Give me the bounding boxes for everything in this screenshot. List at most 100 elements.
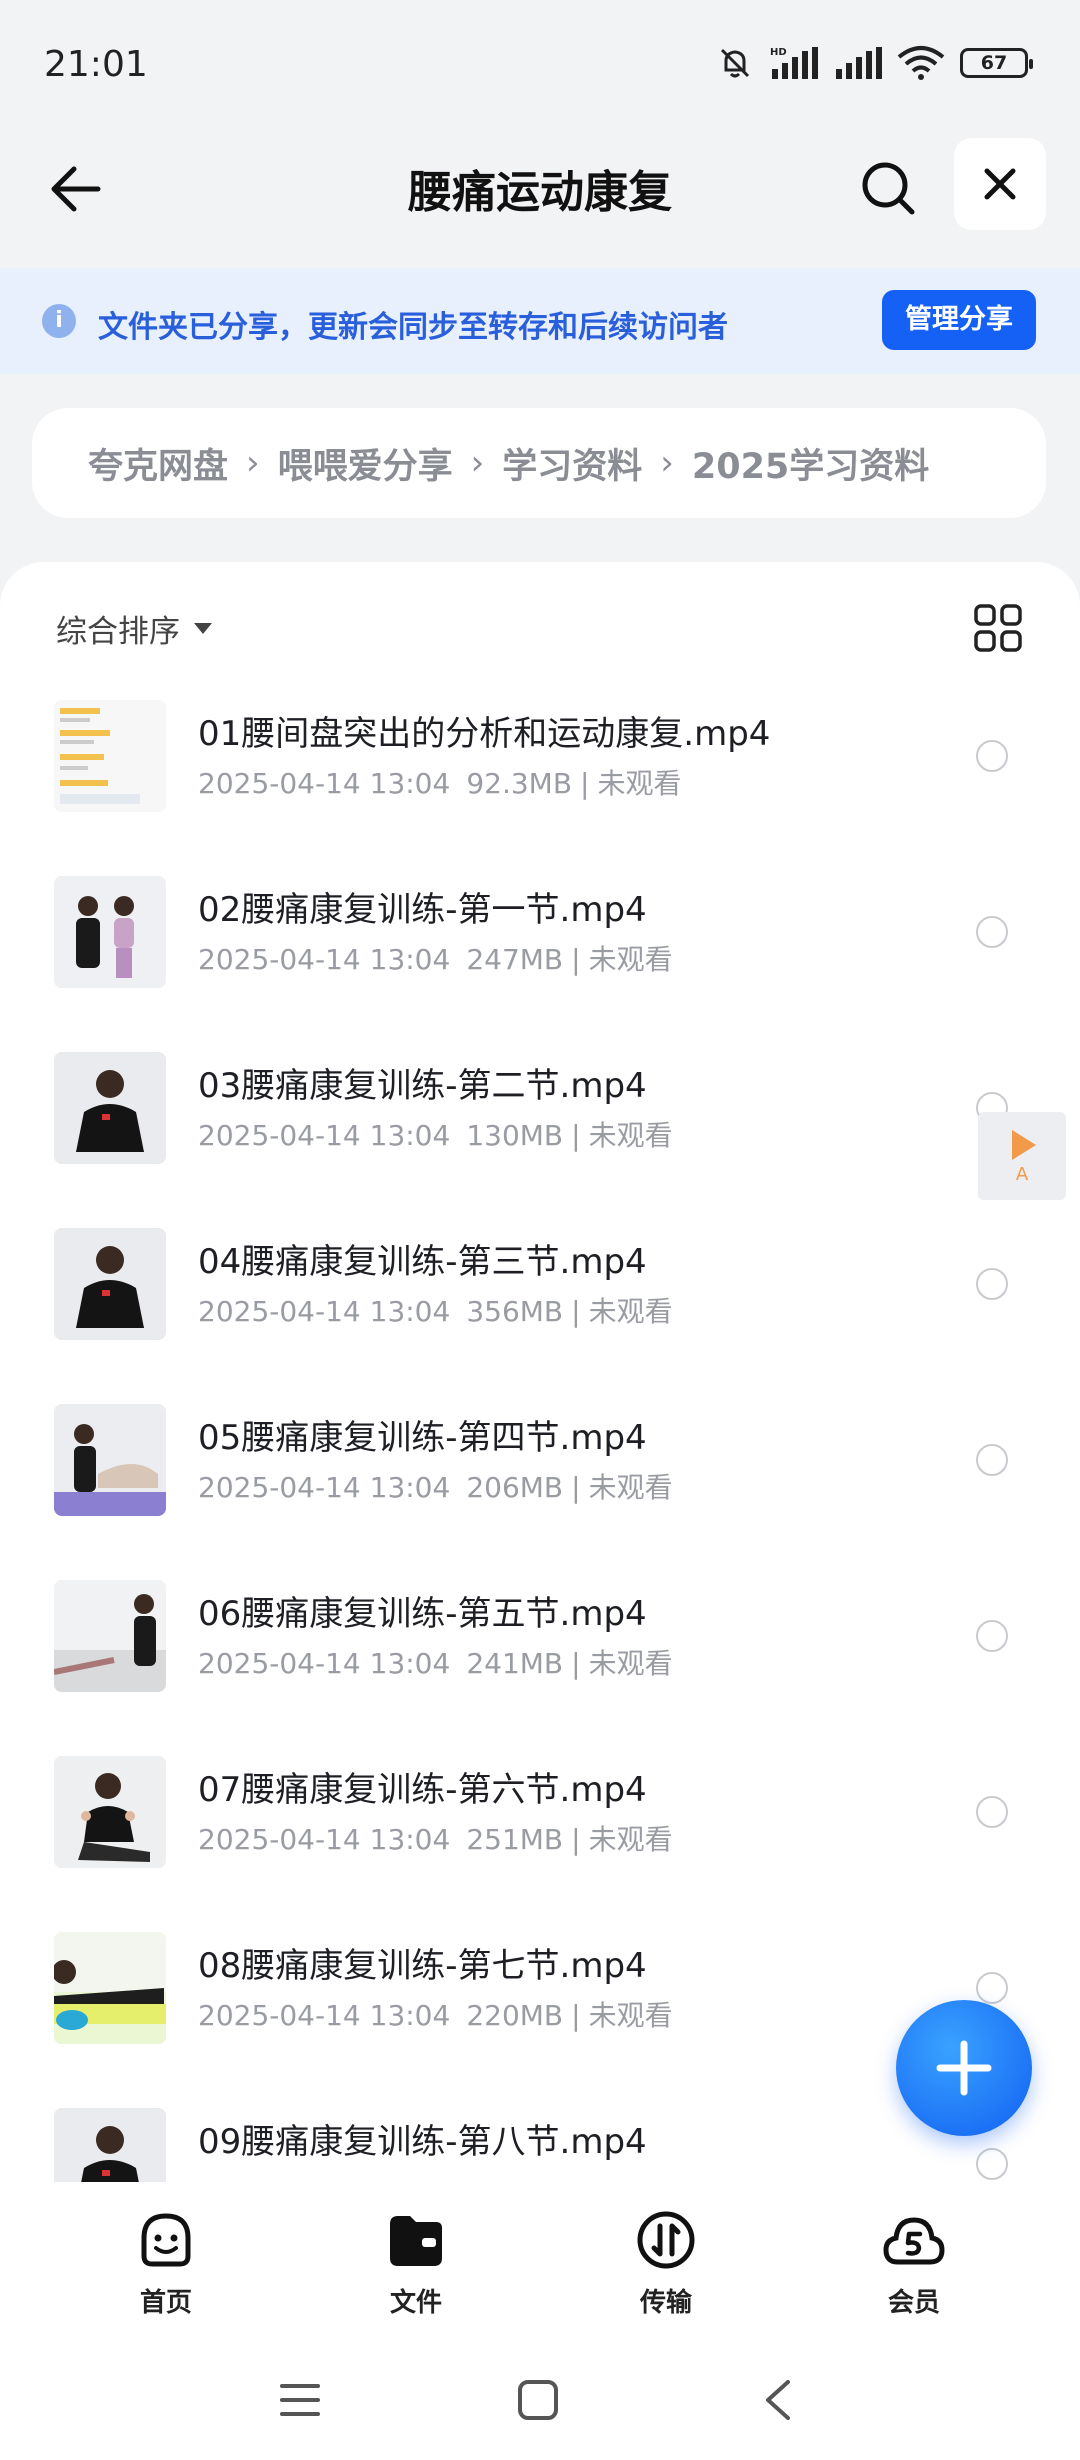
tab-files[interactable]: 文件 <box>336 2208 496 2328</box>
meta-divider: | <box>571 943 581 976</box>
file-meta: 2025-04-14 13:04 241MB | 未观看 <box>198 1642 673 1682</box>
file-size: 356MB <box>466 1295 564 1328</box>
file-name: 02腰痛康复训练-第一节.mp4 <box>198 890 647 930</box>
breadcrumb-item[interactable]: 喂喂爱分享 <box>278 438 453 489</box>
floating-player[interactable]: A <box>978 1112 1066 1200</box>
close-icon <box>984 168 1016 200</box>
close-button[interactable] <box>954 138 1046 230</box>
select-checkbox[interactable] <box>976 1972 1008 2004</box>
breadcrumb-item[interactable]: 夸克网盘 <box>88 438 228 489</box>
home-button[interactable] <box>508 2370 568 2430</box>
file-name: 03腰痛康复训练-第二节.mp4 <box>198 1066 647 1106</box>
grid-view-icon[interactable] <box>972 602 1024 654</box>
info-icon: i <box>42 304 76 338</box>
select-checkbox[interactable] <box>976 916 1008 948</box>
nav-bar: 腰痛运动康复 <box>0 130 1080 268</box>
watch-status: 未观看 <box>588 1823 673 1856</box>
file-meta <box>198 2170 214 2182</box>
file-row[interactable]: 03腰痛康复训练-第二节.mp4 2025-04-14 13:04 130MB | 未观… <box>0 1052 1080 1228</box>
video-thumbnail <box>54 1404 166 1516</box>
video-thumbnail <box>54 2108 166 2182</box>
status-bar: 21:01 HD 67 <box>0 0 1080 130</box>
select-checkbox[interactable] <box>976 1268 1008 1300</box>
tab-vip-label: 会员 <box>887 2288 940 2318</box>
file-row[interactable]: 09腰痛康复训练-第八节.mp4 <box>0 2108 1080 2182</box>
vip-cloud-icon <box>883 2217 945 2265</box>
menu-icon <box>280 2384 320 2416</box>
file-meta: 2025-04-14 13:04 251MB | 未观看 <box>198 1818 673 1858</box>
watch-status: 未观看 <box>588 1999 673 2032</box>
file-meta: 2025-04-14 13:04 247MB | 未观看 <box>198 938 673 978</box>
select-checkbox[interactable] <box>976 1620 1008 1652</box>
menu-button[interactable] <box>270 2370 330 2430</box>
watch-status: 未观看 <box>588 943 673 976</box>
file-name: 04腰痛康复训练-第三节.mp4 <box>198 1242 647 1282</box>
breadcrumb-item-current[interactable]: 2025学习资料 <box>692 438 929 489</box>
manage-share-button[interactable]: 管理分享 <box>882 290 1036 350</box>
file-row[interactable]: 04腰痛康复训练-第三节.mp4 2025-04-14 13:04 356MB | 未观… <box>0 1228 1080 1404</box>
select-checkbox[interactable] <box>976 1444 1008 1476</box>
meta-divider: | <box>571 1119 581 1152</box>
file-row[interactable]: 07腰痛康复训练-第六节.mp4 2025-04-14 13:04 251MB | 未观… <box>0 1756 1080 1932</box>
file-row[interactable]: 01腰间盘突出的分析和运动康复.mp4 2025-04-14 13:04 92.3M… <box>0 700 1080 876</box>
search-icon <box>862 162 915 215</box>
watch-status: 未观看 <box>588 1471 673 1504</box>
file-size: 247MB <box>466 943 564 976</box>
video-thumbnail <box>54 1580 166 1692</box>
video-thumbnail <box>54 1228 166 1340</box>
search-button[interactable] <box>852 152 924 224</box>
file-meta: 2025-04-14 13:04 92.3MB | 未观看 <box>198 762 682 802</box>
tab-transfer-label: 传输 <box>639 2288 692 2318</box>
select-checkbox[interactable] <box>976 2148 1008 2180</box>
plus-icon <box>936 2040 992 2096</box>
file-list: 01腰间盘突出的分析和运动康复.mp4 2025-04-14 13:04 92.3M… <box>0 700 1080 2182</box>
meta-divider: | <box>571 1647 581 1680</box>
chevron-right-icon: › <box>246 443 260 483</box>
system-back-button[interactable] <box>748 2370 808 2430</box>
meta-divider: | <box>571 1823 581 1856</box>
bottom-tab-bar: 首页 文件 传输 会员 <box>0 2182 1080 2342</box>
meta-divider: | <box>571 1295 581 1328</box>
caret-down-icon <box>194 623 212 634</box>
watch-status: 未观看 <box>588 1295 673 1328</box>
signal-icon <box>836 47 882 79</box>
file-name: 05腰痛康复训练-第四节.mp4 <box>198 1418 647 1458</box>
file-date: 2025-04-14 13:04 <box>198 1119 451 1152</box>
transfer-icon <box>637 2211 695 2269</box>
status-icons: HD 67 <box>716 44 1033 82</box>
smile-home-icon <box>141 2213 191 2267</box>
file-size: 206MB <box>466 1471 564 1504</box>
watch-status: 未观看 <box>588 1647 673 1680</box>
select-checkbox[interactable] <box>976 1796 1008 1828</box>
file-name: 06腰痛康复训练-第五节.mp4 <box>198 1594 647 1634</box>
video-thumbnail <box>54 700 166 812</box>
tab-home[interactable]: 首页 <box>86 2208 246 2328</box>
video-thumbnail <box>54 1932 166 2044</box>
file-name: 07腰痛康复训练-第六节.mp4 <box>198 1770 647 1810</box>
chevron-right-icon: › <box>660 443 674 483</box>
system-nav-bar <box>0 2342 1080 2460</box>
file-meta: 2025-04-14 13:04 356MB | 未观看 <box>198 1290 673 1330</box>
share-banner: i 文件夹已分享，更新会同步至转存和后续访问者 管理分享 <box>0 268 1080 374</box>
file-row[interactable]: 05腰痛康复训练-第四节.mp4 2025-04-14 13:04 206MB | 未观… <box>0 1404 1080 1580</box>
breadcrumb-item[interactable]: 学习资料 <box>502 438 642 489</box>
share-banner-text: 文件夹已分享，更新会同步至转存和后续访问者 <box>98 310 728 345</box>
file-size: 241MB <box>466 1647 564 1680</box>
battery-icon: 67 <box>960 48 1033 78</box>
tab-transfer[interactable]: 传输 <box>586 2208 746 2328</box>
file-size: 130MB <box>466 1119 564 1152</box>
file-date: 2025-04-14 13:04 <box>198 1295 451 1328</box>
file-name: 09腰痛康复训练-第八节.mp4 <box>198 2122 647 2162</box>
watch-status: 未观看 <box>597 767 682 800</box>
add-button[interactable] <box>896 2000 1032 2136</box>
meta-divider: | <box>571 1999 581 2032</box>
home-square-icon <box>518 2380 558 2420</box>
select-checkbox[interactable] <box>976 740 1008 772</box>
file-size: 220MB <box>466 1999 564 2032</box>
file-date: 2025-04-14 13:04 <box>198 1823 451 1856</box>
tab-vip[interactable]: 会员 <box>834 2208 994 2328</box>
back-chevron-icon <box>766 2380 790 2420</box>
sort-dropdown[interactable]: 综合排序 <box>56 606 212 651</box>
file-row[interactable]: 06腰痛康复训练-第五节.mp4 2025-04-14 13:04 241MB | 未观… <box>0 1580 1080 1756</box>
file-row[interactable]: 02腰痛康复训练-第一节.mp4 2025-04-14 13:04 247MB | 未观… <box>0 876 1080 1052</box>
